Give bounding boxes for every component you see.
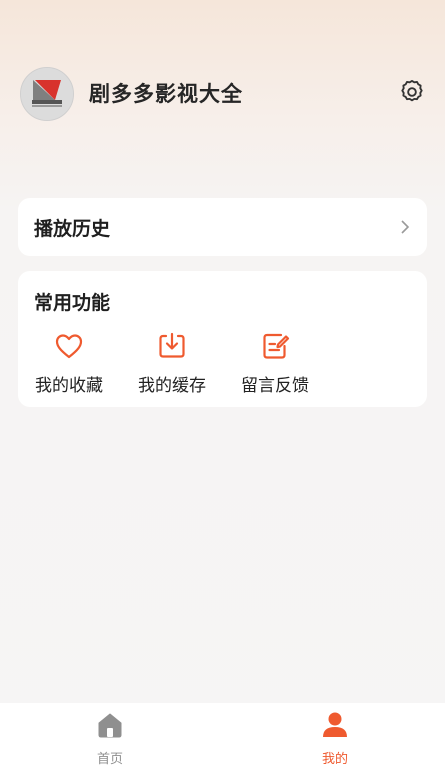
- home-icon: [96, 711, 124, 739]
- tab-home[interactable]: 首页: [50, 703, 170, 770]
- downloads-button[interactable]: 我的缓存: [127, 331, 217, 396]
- common-functions-card: 常用功能 我的收藏 我的缓存 留言反馈: [18, 271, 427, 407]
- tab-mine[interactable]: 我的: [275, 703, 395, 770]
- favorites-button[interactable]: 我的收藏: [24, 331, 114, 396]
- downloads-label: 我的缓存: [138, 376, 206, 396]
- common-functions-title: 常用功能: [34, 292, 111, 314]
- app-name: 剧多多影视大全: [89, 82, 243, 106]
- profile-header: 剧多多影视大全: [0, 0, 445, 180]
- app-logo-avatar: [20, 67, 74, 121]
- tab-home-label: 首页: [96, 752, 123, 767]
- user-icon: [321, 711, 349, 739]
- feedback-icon: [260, 331, 290, 361]
- feedback-button[interactable]: 留言反馈: [230, 331, 320, 396]
- play-history-row[interactable]: 播放历史: [18, 198, 427, 256]
- settings-gear-icon[interactable]: [398, 78, 426, 106]
- bottom-tab-bar: 首页 我的: [0, 703, 445, 770]
- favorites-label: 我的收藏: [35, 376, 103, 396]
- play-history-label: 播放历史: [34, 218, 111, 240]
- tab-mine-label: 我的: [321, 752, 348, 767]
- download-icon: [157, 331, 187, 361]
- chevron-right-icon: [399, 219, 411, 235]
- heart-icon: [54, 331, 84, 361]
- feedback-label: 留言反馈: [241, 376, 309, 396]
